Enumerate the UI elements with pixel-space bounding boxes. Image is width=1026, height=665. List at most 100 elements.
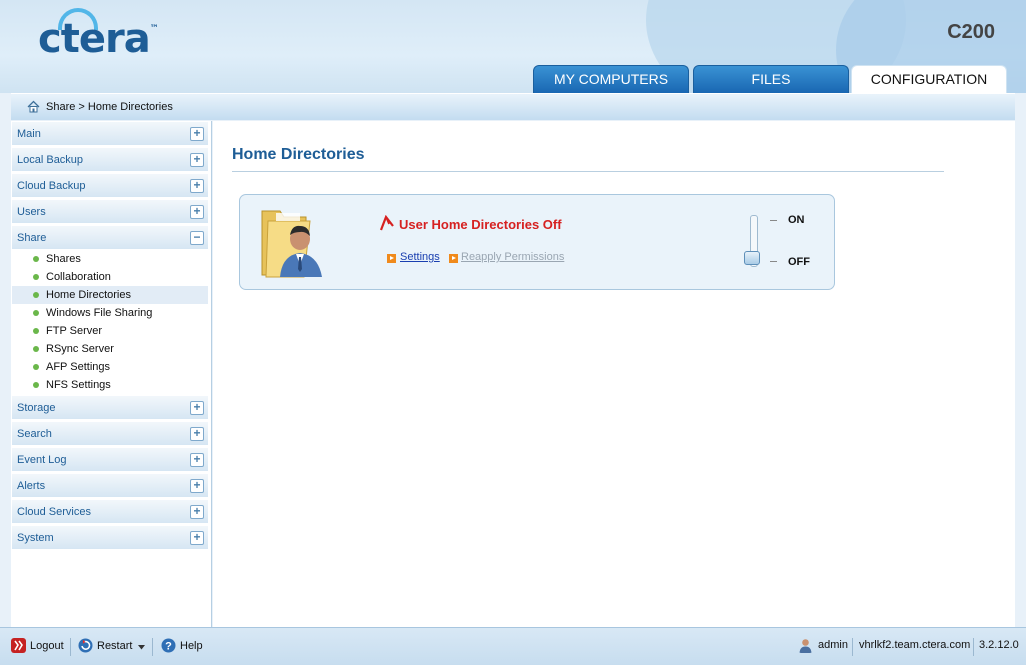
sidebar-section-cloud-services[interactable]: Cloud Services +	[12, 500, 208, 524]
expand-icon[interactable]: +	[190, 401, 204, 415]
restart-icon[interactable]	[78, 638, 93, 653]
sidebar-section-search[interactable]: Search +	[12, 422, 208, 446]
sidebar-item-label: Shares	[46, 253, 81, 265]
expand-icon[interactable]: +	[190, 505, 204, 519]
sidebar-item-label: RSync Server	[46, 343, 114, 355]
expand-icon[interactable]: +	[190, 531, 204, 545]
tab-files[interactable]: FILES	[693, 65, 849, 93]
sidebar-section-system[interactable]: System +	[12, 526, 208, 550]
logo-trademark: ™	[149, 24, 159, 34]
collapse-icon[interactable]: −	[190, 231, 204, 245]
sidebar-section-label: Local Backup	[17, 154, 84, 166]
breadcrumb: Share > Home Directories	[46, 101, 173, 113]
sidebar-section-label: Cloud Backup	[17, 180, 86, 192]
logout-icon[interactable]	[11, 638, 26, 653]
bullet-icon	[33, 382, 39, 388]
restart-button[interactable]: Restart	[97, 640, 132, 652]
main-content: Home Directories User Home Directories O…	[213, 121, 1015, 627]
sidebar-item-label: Collaboration	[46, 271, 111, 283]
title-divider	[232, 171, 944, 172]
sidebar-section-label: Users	[17, 206, 46, 218]
settings-link[interactable]: Settings	[400, 251, 440, 263]
help-icon[interactable]: ?	[161, 638, 176, 653]
expand-icon[interactable]: +	[190, 427, 204, 441]
sidebar-section-label: Cloud Services	[17, 506, 91, 518]
bullet-icon	[33, 310, 39, 316]
expand-icon[interactable]: +	[190, 179, 204, 193]
home-directories-panel: User Home Directories Off Settings Reapp…	[239, 194, 835, 290]
sidebar-section-share[interactable]: Share −	[12, 226, 208, 250]
sidebar-section-local-backup[interactable]: Local Backup +	[12, 148, 208, 172]
expand-icon[interactable]: +	[190, 127, 204, 141]
sidebar-item-label: FTP Server	[46, 325, 103, 337]
tab-label: MY COMPUTERS	[553, 71, 669, 87]
tab-label: CONFIGURATION	[870, 71, 988, 87]
tab-configuration[interactable]: CONFIGURATION	[851, 65, 1007, 93]
page-title: Home Directories	[232, 146, 365, 163]
ctera-logo: ctera™	[38, 16, 159, 62]
expand-icon[interactable]: +	[190, 153, 204, 167]
user-icon	[799, 639, 812, 653]
username: admin	[818, 639, 848, 651]
toggle-knob[interactable]	[744, 251, 760, 265]
device-model: C200	[947, 21, 995, 43]
svg-text:?: ?	[165, 641, 172, 653]
status-off-icon	[379, 215, 394, 231]
sidebar-section-label: Main	[17, 128, 41, 140]
sidebar-section-label: Alerts	[17, 480, 46, 492]
bullet-icon	[33, 274, 39, 280]
footer: Logout Restart ? Help admin vhrlkf2.team…	[0, 627, 1026, 665]
sidebar-item-nfs-settings[interactable]: NFS Settings	[12, 376, 208, 394]
reapply-permissions-link[interactable]: Reapply Permissions	[461, 251, 564, 263]
sidebar-item-label: Home Directories	[46, 289, 131, 301]
sidebar-item-shares[interactable]: Shares	[12, 250, 208, 268]
sidebar-section-storage[interactable]: Storage +	[12, 396, 208, 420]
footer-separator	[70, 638, 71, 656]
hostname: vhrlkf2.team.ctera.com	[859, 639, 971, 651]
bullet-icon	[33, 292, 39, 298]
sidebar-section-alerts[interactable]: Alerts +	[12, 474, 208, 498]
arrow-right-icon	[387, 254, 396, 263]
sidebar-section-label: Search	[17, 428, 52, 440]
sidebar: Main + Local Backup + Cloud Backup + Users +…	[11, 121, 212, 627]
sidebar-section-main[interactable]: Main +	[12, 122, 208, 146]
sidebar-item-collaboration[interactable]: Collaboration	[12, 268, 208, 286]
toggle-tick	[770, 261, 777, 262]
chevron-down-icon[interactable]	[138, 645, 145, 650]
sidebar-item-ftp-server[interactable]: FTP Server	[12, 322, 208, 340]
footer-separator	[852, 638, 853, 656]
tab-label: FILES	[751, 71, 791, 87]
sidebar-section-cloud-backup[interactable]: Cloud Backup +	[12, 174, 208, 198]
bullet-icon	[33, 346, 39, 352]
toggle-off-label[interactable]: OFF	[788, 256, 810, 268]
sidebar-item-afp-settings[interactable]: AFP Settings	[12, 358, 208, 376]
sidebar-section-event-log[interactable]: Event Log +	[12, 448, 208, 472]
sidebar-item-rsync-server[interactable]: RSync Server	[12, 340, 208, 358]
home-icon[interactable]	[27, 100, 40, 113]
footer-separator	[152, 638, 153, 656]
sidebar-item-home-directories[interactable]: Home Directories	[12, 286, 208, 304]
sidebar-item-windows-file-sharing[interactable]: Windows File Sharing	[12, 304, 208, 322]
sidebar-item-label: AFP Settings	[46, 361, 110, 373]
sidebar-section-label: Share	[17, 232, 47, 244]
logout-button[interactable]: Logout	[30, 640, 64, 652]
sidebar-section-label: Storage	[17, 402, 56, 414]
sidebar-section-label: Event Log	[17, 454, 67, 466]
sidebar-section-users[interactable]: Users +	[12, 200, 208, 224]
breadcrumb-bar: Share > Home Directories	[11, 93, 1015, 120]
expand-icon[interactable]: +	[190, 479, 204, 493]
bullet-icon	[33, 364, 39, 370]
footer-separator	[973, 638, 974, 656]
toggle-on-label[interactable]: ON	[788, 214, 805, 226]
arrow-right-icon	[449, 254, 458, 263]
user-folder-icon	[261, 210, 322, 278]
sidebar-item-label: NFS Settings	[46, 379, 111, 391]
toggle-tick	[770, 220, 777, 221]
expand-icon[interactable]: +	[190, 205, 204, 219]
bullet-icon	[33, 256, 39, 262]
help-button[interactable]: Help	[180, 640, 203, 652]
tab-my-computers[interactable]: MY COMPUTERS	[533, 65, 689, 93]
sidebar-item-label: Windows File Sharing	[46, 307, 153, 319]
expand-icon[interactable]: +	[190, 453, 204, 467]
logo-text: ctera	[38, 16, 151, 62]
